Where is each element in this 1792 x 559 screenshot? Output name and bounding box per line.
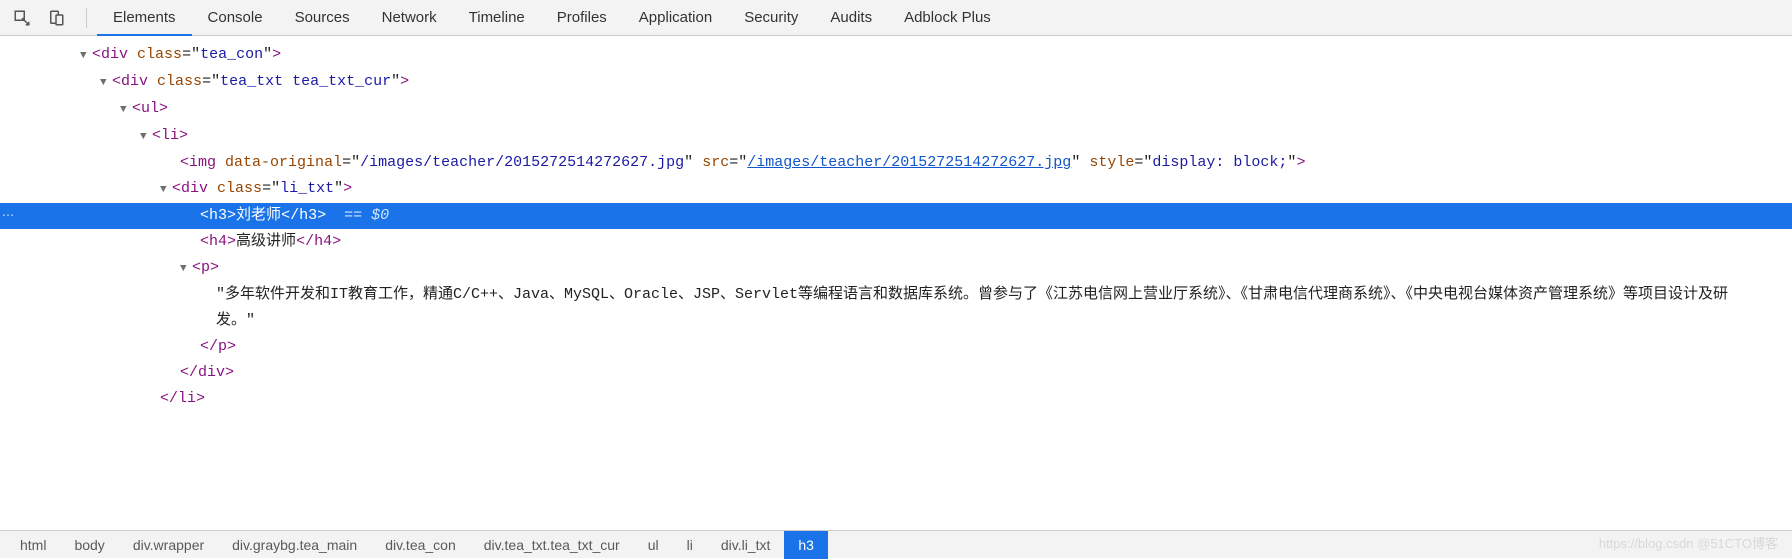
tab-profiles[interactable]: Profiles <box>541 0 623 36</box>
tree-row[interactable]: ▼<div class="tea_con"> <box>0 42 1792 69</box>
tree-row[interactable]: ▼<li> <box>0 123 1792 150</box>
collapse-arrow-icon[interactable]: ▼ <box>180 256 192 282</box>
crumb-ul[interactable]: ul <box>634 531 673 559</box>
crumb-graybg[interactable]: div.graybg.tea_main <box>218 531 371 559</box>
tab-timeline[interactable]: Timeline <box>453 0 541 36</box>
watermark-text: https://blog.csdn @51CTO博客 <box>1599 533 1778 552</box>
tree-row[interactable]: "多年软件开发和IT教育工作，精通C/C++、Java、MySQL、Oracle… <box>0 282 1792 334</box>
crumb-wrapper[interactable]: div.wrapper <box>119 531 218 559</box>
tree-row[interactable]: </p> <box>0 334 1792 360</box>
crumb-tea-txt[interactable]: div.tea_txt.tea_txt_cur <box>470 531 634 559</box>
tree-row[interactable]: ▼<div class="tea_txt tea_txt_cur"> <box>0 69 1792 96</box>
crumb-body[interactable]: body <box>60 531 118 559</box>
tab-audits[interactable]: Audits <box>814 0 888 36</box>
tab-security[interactable]: Security <box>728 0 814 36</box>
tree-row[interactable]: </div> <box>0 360 1792 386</box>
tree-row[interactable]: ▼<p> <box>0 255 1792 282</box>
tree-row[interactable]: ▼<div class="li_txt"> <box>0 176 1792 203</box>
collapse-arrow-icon[interactable]: ▼ <box>80 43 92 69</box>
crumb-li-txt[interactable]: div.li_txt <box>707 531 785 559</box>
device-toggle-icon[interactable] <box>42 4 70 32</box>
crumb-tea-con[interactable]: div.tea_con <box>371 531 470 559</box>
inspect-icon[interactable] <box>8 4 36 32</box>
tab-network[interactable]: Network <box>366 0 453 36</box>
tab-adblock[interactable]: Adblock Plus <box>888 0 1007 36</box>
crumb-li[interactable]: li <box>673 531 707 559</box>
devtools-toolbar: Elements Console Sources Network Timelin… <box>0 0 1792 36</box>
selection-marker-icon: ⋯ <box>0 203 18 229</box>
tab-console[interactable]: Console <box>192 0 279 36</box>
tab-elements[interactable]: Elements <box>97 0 192 36</box>
tree-row[interactable]: ▼<ul> <box>0 96 1792 123</box>
tree-row[interactable]: <h4>高级讲师</h4> <box>0 229 1792 255</box>
breadcrumb: html body div.wrapper div.graybg.tea_mai… <box>0 530 1792 558</box>
tab-application[interactable]: Application <box>623 0 728 36</box>
tab-sources[interactable]: Sources <box>279 0 366 36</box>
collapse-arrow-icon[interactable]: ▼ <box>160 177 172 203</box>
tree-row-selected[interactable]: ⋯ <h3>刘老师</h3> == $0 <box>0 203 1792 229</box>
crumb-html[interactable]: html <box>6 531 60 559</box>
collapse-arrow-icon[interactable]: ▼ <box>140 124 152 150</box>
elements-tree[interactable]: ▼<div class="tea_con"> ▼<div class="tea_… <box>0 36 1792 530</box>
collapse-arrow-icon[interactable]: ▼ <box>100 70 112 96</box>
collapse-arrow-icon[interactable]: ▼ <box>120 97 132 123</box>
tree-row[interactable]: </li> <box>0 386 1792 412</box>
toolbar-separator <box>86 8 87 28</box>
tree-row[interactable]: <img data-original="/images/teacher/2015… <box>0 150 1792 176</box>
crumb-h3[interactable]: h3 <box>784 531 828 559</box>
